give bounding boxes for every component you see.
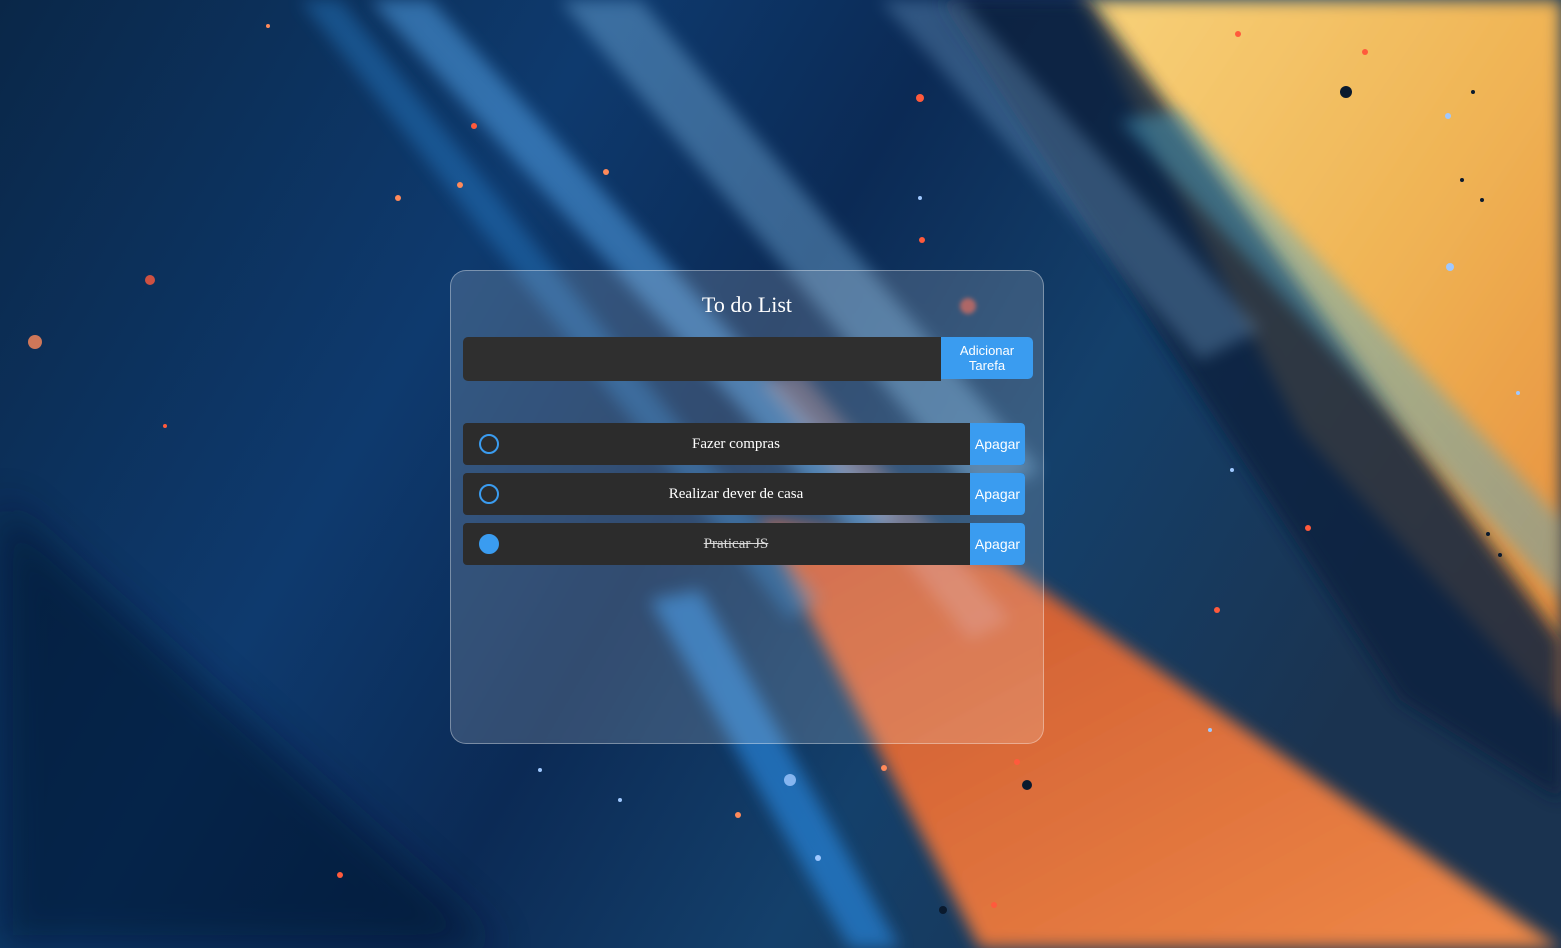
list-item: Praticar JS Apagar: [463, 523, 1025, 565]
task-text[interactable]: Realizar dever de casa: [503, 473, 969, 515]
delete-button[interactable]: Apagar: [970, 423, 1025, 465]
task-text[interactable]: Praticar JS: [503, 523, 969, 565]
delete-button[interactable]: Apagar: [970, 473, 1025, 515]
add-task-button[interactable]: Adicionar Tarefa: [941, 337, 1033, 379]
delete-button[interactable]: Apagar: [970, 523, 1025, 565]
circle-filled-icon[interactable]: [479, 534, 499, 554]
add-task-form: Adicionar Tarefa: [463, 337, 1033, 381]
list-item: Fazer compras Apagar: [463, 423, 1025, 465]
circle-outline-icon[interactable]: [479, 484, 499, 504]
list-item: Realizar dever de casa Apagar: [463, 473, 1025, 515]
task-text[interactable]: Fazer compras: [503, 423, 969, 465]
circle-outline-icon[interactable]: [479, 434, 499, 454]
todo-card: To do List Adicionar Tarefa Fazer compra…: [450, 270, 1044, 744]
page-title: To do List: [701, 292, 793, 317]
task-input[interactable]: [463, 337, 941, 381]
task-list: Fazer compras Apagar Realizar dever de c…: [463, 423, 1025, 573]
